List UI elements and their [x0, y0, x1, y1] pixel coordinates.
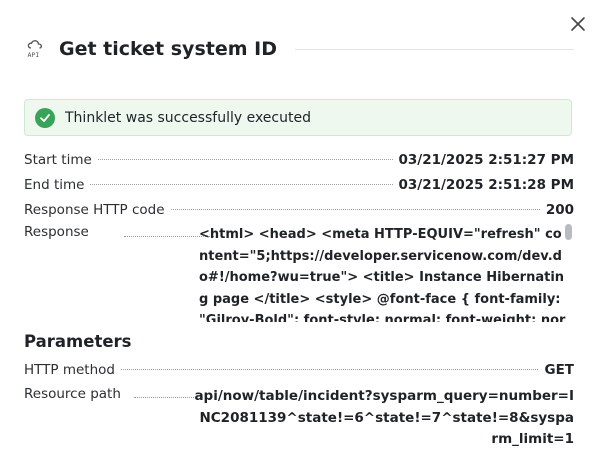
parameters-heading: Parameters [24, 332, 132, 351]
start-time-row: Start time 03/21/2025 2:51:27 PM [24, 152, 574, 168]
dialog-title: Get ticket system ID [59, 38, 277, 60]
end-time-value: 03/21/2025 2:51:28 PM [398, 177, 575, 193]
resource-path-row: Resource path api/now/table/incident?sys… [24, 386, 574, 447]
start-time-value: 03/21/2025 2:51:27 PM [398, 152, 575, 168]
response-label: Response [24, 224, 89, 240]
response-row: Response <html> <head> <meta HTTP-EQUIV=… [24, 224, 574, 322]
leader-dots [120, 369, 539, 370]
leader-dots [134, 397, 194, 398]
close-button[interactable] [570, 16, 586, 32]
dialog-header: API Get ticket system ID [24, 36, 574, 62]
resource-path-value: api/now/table/incident?sysparm_query=num… [194, 388, 574, 447]
banner-text: Thinklet was successfully executed [65, 109, 311, 126]
end-time-row: End time 03/21/2025 2:51:28 PM [24, 177, 574, 193]
start-time-label: Start time [24, 152, 92, 168]
http-method-value: GET [544, 362, 574, 378]
leader-dots [97, 159, 393, 160]
response-scrollbar[interactable] [565, 224, 572, 240]
api-cloud-icon: API [24, 37, 48, 61]
title-divider [294, 48, 574, 50]
leader-dots [170, 209, 540, 210]
http-code-label: Response HTTP code [24, 202, 165, 218]
http-method-label: HTTP method [24, 362, 115, 378]
check-circle-icon [35, 107, 55, 128]
svg-text:API: API [28, 51, 40, 59]
resource-path-label: Resource path [24, 386, 121, 402]
http-code-value: 200 [545, 202, 574, 218]
end-time-label: End time [24, 177, 85, 193]
close-icon [571, 17, 585, 31]
success-banner: Thinklet was successfully executed [24, 99, 572, 136]
http-code-row: Response HTTP code 200 [24, 202, 574, 218]
http-method-row: HTTP method GET [24, 362, 574, 378]
response-value[interactable]: <html> <head> <meta HTTP-EQUIV="refresh"… [199, 224, 567, 322]
leader-dots [90, 184, 393, 185]
